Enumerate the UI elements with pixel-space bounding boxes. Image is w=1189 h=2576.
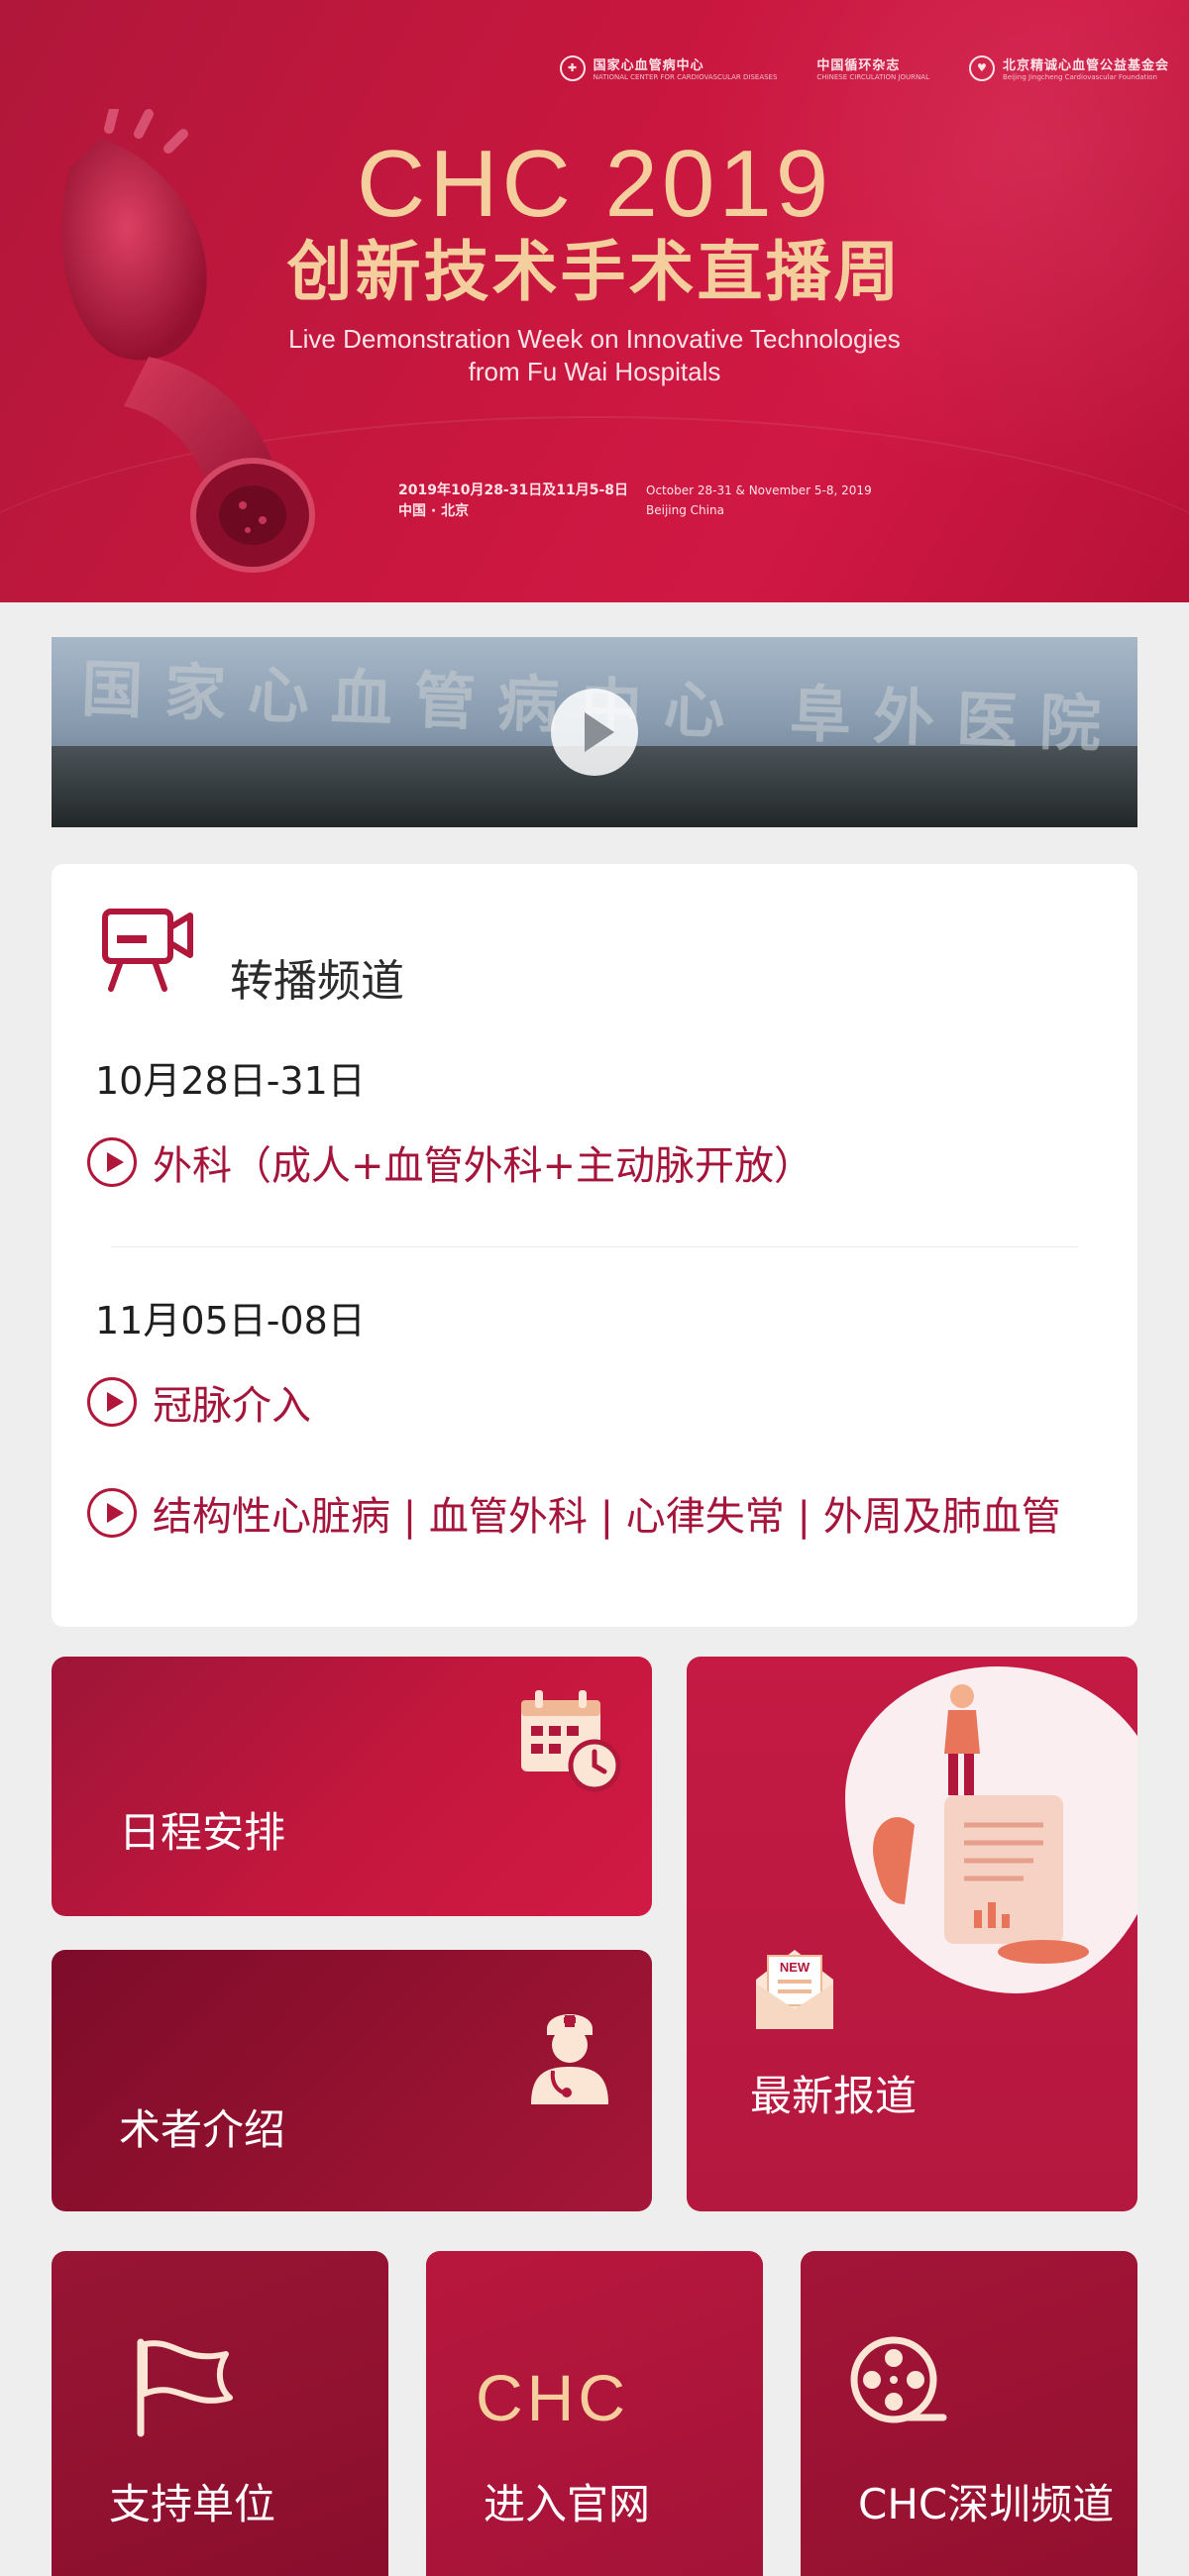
shenzhen-channel-label: CHC深圳频道 bbox=[858, 2480, 1115, 2528]
schedule-label: 日程安排 bbox=[119, 1808, 286, 1857]
flag-icon bbox=[137, 2338, 233, 2437]
logo-foundation: ♥ 北京精诚心血管公益基金会 Beijing Jingcheng Cardiov… bbox=[968, 54, 1169, 81]
doctor-icon bbox=[531, 2014, 608, 2104]
news-badge: NEW bbox=[780, 1960, 811, 1975]
shenzhen-channel-tile[interactable]: CHC深圳频道 bbox=[801, 2251, 1137, 2576]
hero-en-line2: from Fu Wai Hospitals bbox=[468, 356, 721, 386]
channel-structural-label: 结构性心脏病 | 血管外科 | 心律失常 | 外周及肺血管 bbox=[153, 1494, 1061, 1540]
surgeon-tile[interactable]: 术者介绍 bbox=[52, 1950, 652, 2211]
logo-ncc-en: NATIONAL CENTER FOR CARDIOVASCULAR DISEA… bbox=[593, 73, 778, 81]
hero-place-en: Beijing China bbox=[646, 503, 724, 518]
channel-coronary-label: 冠脉介入 bbox=[153, 1383, 311, 1429]
channel-structural[interactable]: 结构性心脏病 | 血管外科 | 心律失常 | 外周及肺血管 bbox=[87, 1484, 1061, 1542]
hero-date-en: October 28-31 & November 5-8, 2019 Beiji… bbox=[646, 481, 872, 521]
play-circle-icon bbox=[87, 1137, 137, 1187]
schedule-tile[interactable]: 日程安排 bbox=[52, 1657, 652, 1916]
official-site-label: 进入官网 bbox=[484, 2480, 651, 2528]
channel-surgery-label: 外科（成人+血管外科+主动脉开放） bbox=[153, 1143, 814, 1189]
logo-foundation-cn: 北京精诚心血管公益基金会 bbox=[1002, 58, 1169, 73]
partner-logos: ✚ 国家心血管病中心 NATIONAL CENTER FOR CARDIOVAS… bbox=[559, 54, 1169, 81]
hero-date-cn-text: 2019年10月28-31日及11月5-8日 bbox=[398, 483, 628, 498]
support-tile[interactable]: 支持单位 bbox=[52, 2251, 388, 2576]
calendar-clock-icon bbox=[521, 1690, 621, 1792]
film-reel-icon bbox=[850, 2336, 947, 2423]
hero-date-en-text: October 28-31 & November 5-8, 2019 bbox=[646, 483, 872, 497]
hero-chc-title: CHC 2019 bbox=[356, 131, 833, 237]
news-label: 最新报道 bbox=[750, 2072, 918, 2120]
channel-surgery[interactable]: 外科（成人+血管外科+主动脉开放） bbox=[87, 1133, 813, 1191]
logo-journal-en: CHINESE CIRCULATION JOURNAL bbox=[816, 73, 929, 81]
support-label: 支持单位 bbox=[109, 2480, 276, 2528]
channel-card-title: 转播频道 bbox=[230, 956, 404, 1007]
logo-ncc-cn: 国家心血管病中心 bbox=[593, 58, 704, 73]
hero-cn-title: 创新技术手术直播周 bbox=[286, 234, 903, 310]
logo-journal-cn: 中国循环杂志 bbox=[816, 58, 901, 73]
official-site-tile[interactable]: CHC 进入官网 bbox=[426, 2251, 763, 2576]
play-icon[interactable] bbox=[551, 689, 638, 776]
channel-date-oct: 10月28日-31日 bbox=[95, 1059, 366, 1103]
surgeon-label: 术者介绍 bbox=[119, 2105, 286, 2154]
hero-place-cn: 中国 · 北京 bbox=[398, 503, 470, 519]
play-circle-icon bbox=[87, 1488, 137, 1538]
hero-date-cn: 2019年10月28-31日及11月5-8日 中国 · 北京 bbox=[398, 481, 628, 522]
channel-divider bbox=[111, 1246, 1078, 1247]
hospital-video[interactable]: 国家心血管病中心 阜外医院 bbox=[52, 637, 1137, 827]
play-circle-icon bbox=[87, 1377, 137, 1427]
channel-coronary[interactable]: 冠脉介入 bbox=[87, 1373, 311, 1431]
hero-en-title: Live Demonstration Week on Innovative Te… bbox=[0, 323, 1189, 387]
chc-logo: CHC bbox=[476, 2361, 629, 2434]
report-scroll-illustration bbox=[873, 1684, 1089, 1964]
ncc-logo-icon: ✚ bbox=[559, 54, 586, 81]
logo-foundation-en: Beijing Jingcheng Cardiovascular Foundat… bbox=[1002, 73, 1157, 81]
hero-en-line1: Live Demonstration Week on Innovative Te… bbox=[288, 324, 901, 354]
hero-banner: ✚ 国家心血管病中心 NATIONAL CENTER FOR CARDIOVAS… bbox=[0, 0, 1189, 602]
news-tile[interactable]: NEW 最新报道 bbox=[687, 1657, 1137, 2211]
logo-ncc: ✚ 国家心血管病中心 NATIONAL CENTER FOR CARDIOVAS… bbox=[559, 54, 778, 81]
logo-journal: 中国循环杂志 CHINESE CIRCULATION JOURNAL bbox=[816, 54, 929, 81]
news-envelope-icon: NEW bbox=[756, 1950, 833, 2029]
channel-card: 转播频道 10月28日-31日 外科（成人+血管外科+主动脉开放） 11月05日… bbox=[52, 864, 1137, 1627]
channel-date-nov: 11月05日-08日 bbox=[95, 1299, 366, 1342]
video-camera-icon bbox=[102, 909, 193, 992]
foundation-logo-icon: ♥ bbox=[968, 54, 995, 81]
